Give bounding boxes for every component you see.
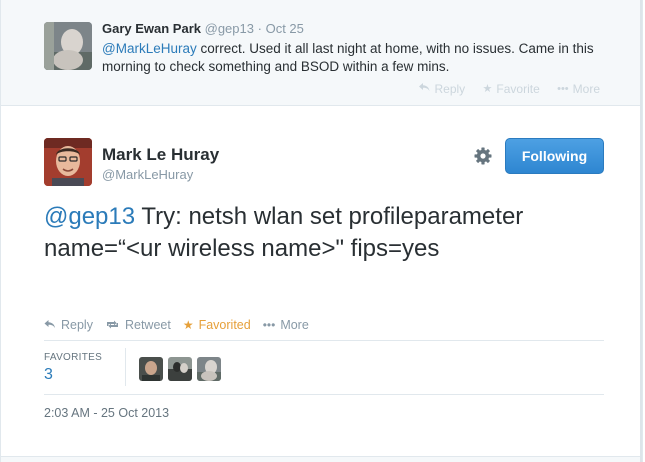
more-dots-icon: ••• [557,83,569,95]
retweet-label: Retweet [124,318,171,332]
parent-mention-link[interactable]: @MarkLeHuray [102,41,197,56]
favoriter-avatar[interactable] [139,357,163,381]
stats-divider-top [44,340,604,341]
main-avatar[interactable] [44,138,92,186]
more-action[interactable]: ••• More [263,318,309,332]
main-actions: Reply Retweet ★ Favorited ••• More [44,318,321,332]
more-dots-icon: ••• [262,318,276,332]
main-tweet-text: @gep13 Try: netsh wlan set profileparame… [44,201,544,265]
parent-timestamp[interactable]: Oct 25 [266,21,304,36]
favoriter-avatar[interactable] [168,357,192,381]
retweet-action[interactable]: Retweet [105,318,171,332]
main-author-handle[interactable]: @MarkLeHuray [102,167,193,182]
parent-favorite-action[interactable]: ★ Favorite [483,82,540,96]
parent-separator: · [257,21,262,36]
parent-tweet[interactable]: Gary Ewan Park @gep13 · Oct 25 @MarkLeHu… [1,0,642,106]
parent-reply-action[interactable]: Reply [419,82,465,96]
parent-more-label: More [572,82,600,96]
star-icon: ★ [482,83,493,95]
tweet-timestamp[interactable]: 2:03 AM - 25 Oct 2013 [44,406,169,420]
parent-actions: Reply ★ Favorite ••• More [405,81,600,96]
reply-icon [419,82,430,95]
tweet-permalink: Gary Ewan Park @gep13 · Oct 25 @MarkLeHu… [0,0,643,462]
following-button[interactable]: Following [505,138,604,174]
stats-divider-bottom [44,394,604,395]
parent-header: Gary Ewan Park @gep13 · Oct 25 [102,21,304,36]
parent-avatar[interactable] [44,22,92,70]
reply-icon [44,318,56,332]
retweet-icon [105,318,120,332]
favoriter-avatar[interactable] [197,357,221,381]
main-mention-link[interactable]: @gep13 [44,203,135,230]
favorites-label: FAVORITES [44,352,103,363]
reply-action[interactable]: Reply [44,318,93,332]
favorited-action[interactable]: ★ Favorited [183,318,251,332]
main-author-name[interactable]: Mark Le Huray [102,145,219,165]
star-icon: ★ [182,318,194,332]
parent-more-action[interactable]: ••• More [557,82,600,96]
favorited-label: Favorited [198,318,251,332]
gear-icon[interactable] [473,146,493,166]
favorites-count[interactable]: 3 [44,366,53,384]
more-label: More [280,318,309,332]
reply-label: Reply [61,318,93,332]
bottom-border [1,456,642,462]
stats-separator [125,348,126,386]
scrollbar-edge [640,0,642,462]
parent-reply-label: Reply [434,81,466,96]
parent-author-name[interactable]: Gary Ewan Park [102,21,201,36]
parent-favorite-label: Favorite [496,81,540,96]
parent-author-handle[interactable]: @gep13 [205,21,254,36]
parent-tweet-text: @MarkLeHuray correct. Used it all last n… [102,40,602,76]
